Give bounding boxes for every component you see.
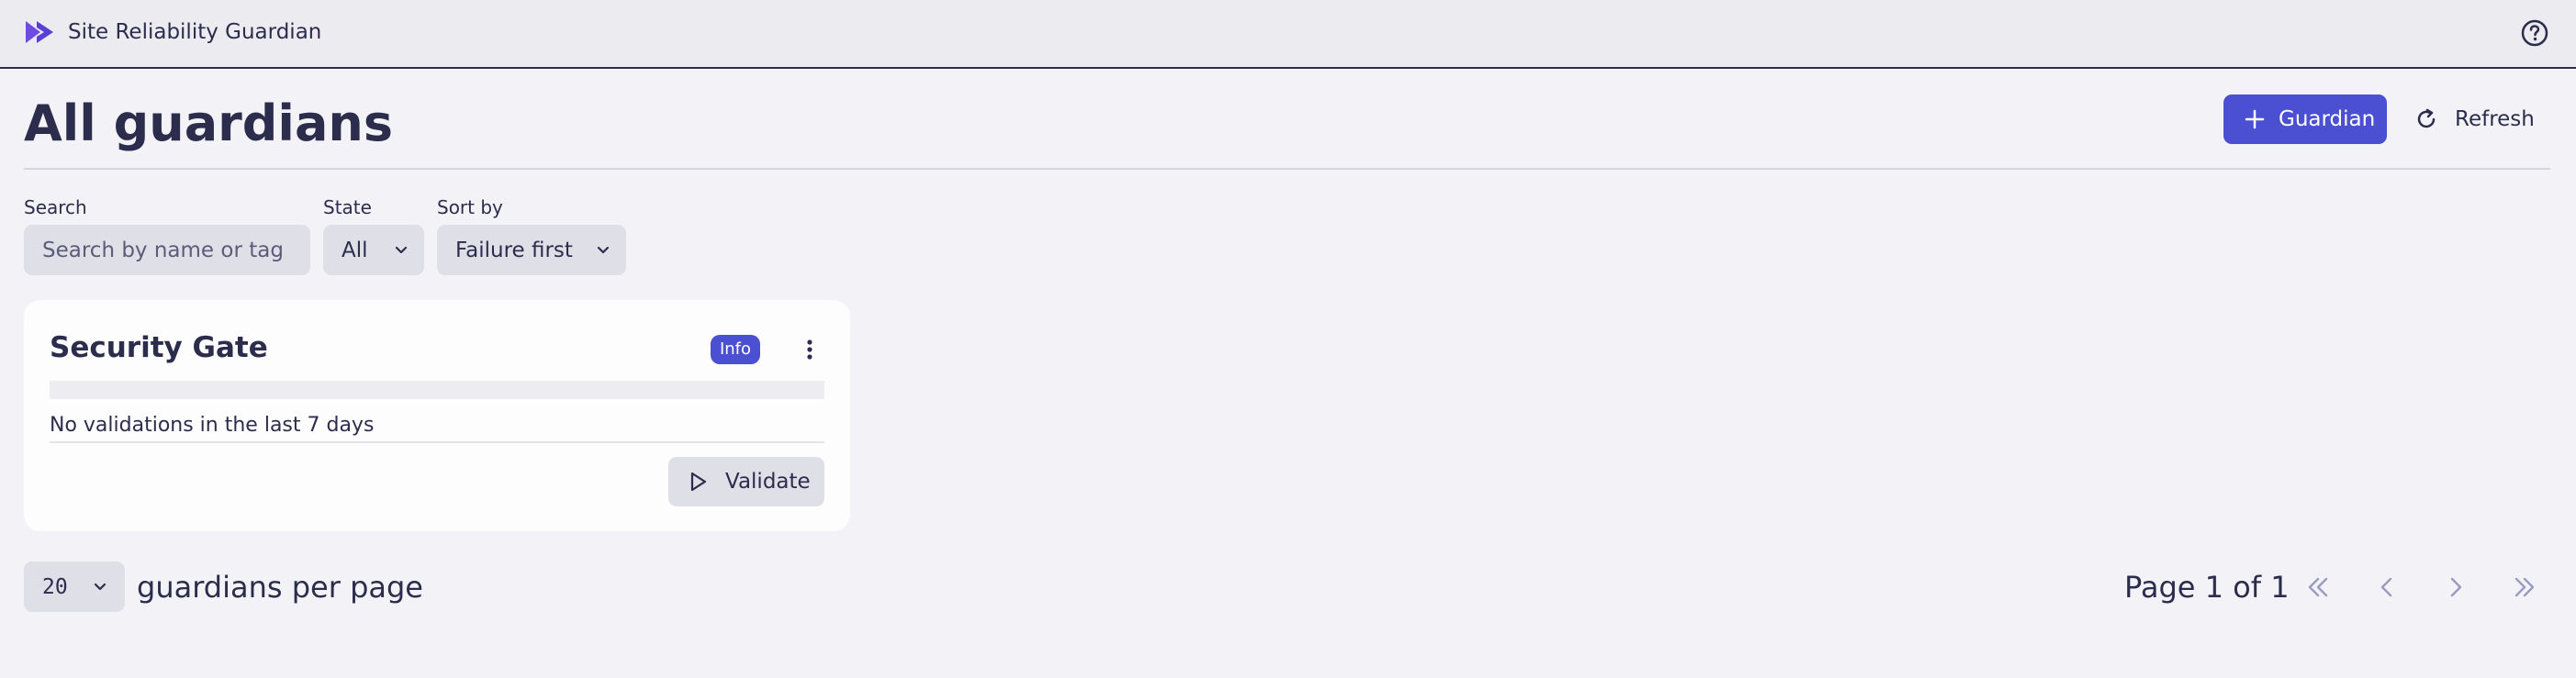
first-page-button[interactable] [2302,571,2335,604]
add-guardian-button[interactable]: Guardian [2223,94,2387,144]
status-badge: Info [711,335,760,364]
state-select[interactable]: All [323,225,424,275]
guardian-card[interactable]: Security Gate Info No validations in the… [24,300,850,531]
validate-button[interactable]: Validate [668,457,824,506]
next-page-button[interactable] [2439,571,2472,604]
refresh-button[interactable]: Refresh [2403,94,2559,144]
page-indicator: Page 1 of 1 [2124,570,2290,605]
chevrons-left-icon [2308,577,2328,597]
state-select-value: All [342,238,368,262]
chevron-down-icon [94,583,106,591]
sort-label: Sort by [437,196,503,218]
validation-status-text: No validations in the last 7 days [50,414,375,437]
add-guardian-label: Guardian [2279,107,2376,131]
chevrons-right-icon [2514,577,2535,597]
state-label: State [323,196,372,218]
more-options-icon[interactable] [795,335,824,364]
app-top-bar: Site Reliability Guardian [0,0,2576,69]
chevron-left-icon [2380,577,2392,597]
header-divider [24,168,2550,170]
validation-history-bar [50,381,824,399]
validate-label: Validate [725,470,811,494]
sort-select[interactable]: Failure first [437,225,626,275]
refresh-label: Refresh [2455,107,2535,131]
card-divider [50,441,824,443]
per-page-select[interactable]: 20 [24,561,125,612]
search-label: Search [24,196,87,218]
per-page-label: guardians per page [137,570,423,605]
per-page-value: 20 [42,574,68,599]
plus-icon [2245,109,2265,129]
play-icon [690,472,707,492]
previous-page-button[interactable] [2370,571,2403,604]
last-page-button[interactable] [2508,571,2541,604]
guardian-name: Security Gate [50,331,268,364]
app-logo-icon [26,21,53,43]
sort-select-value: Failure first [455,238,573,262]
chevron-right-icon [2450,577,2462,597]
refresh-icon [2417,108,2436,128]
chevron-down-icon [395,246,408,254]
help-icon[interactable] [2519,17,2550,49]
app-title: Site Reliability Guardian [68,20,322,44]
page-title: All guardians [24,94,393,152]
search-input[interactable] [24,225,310,275]
chevron-down-icon [597,246,610,254]
